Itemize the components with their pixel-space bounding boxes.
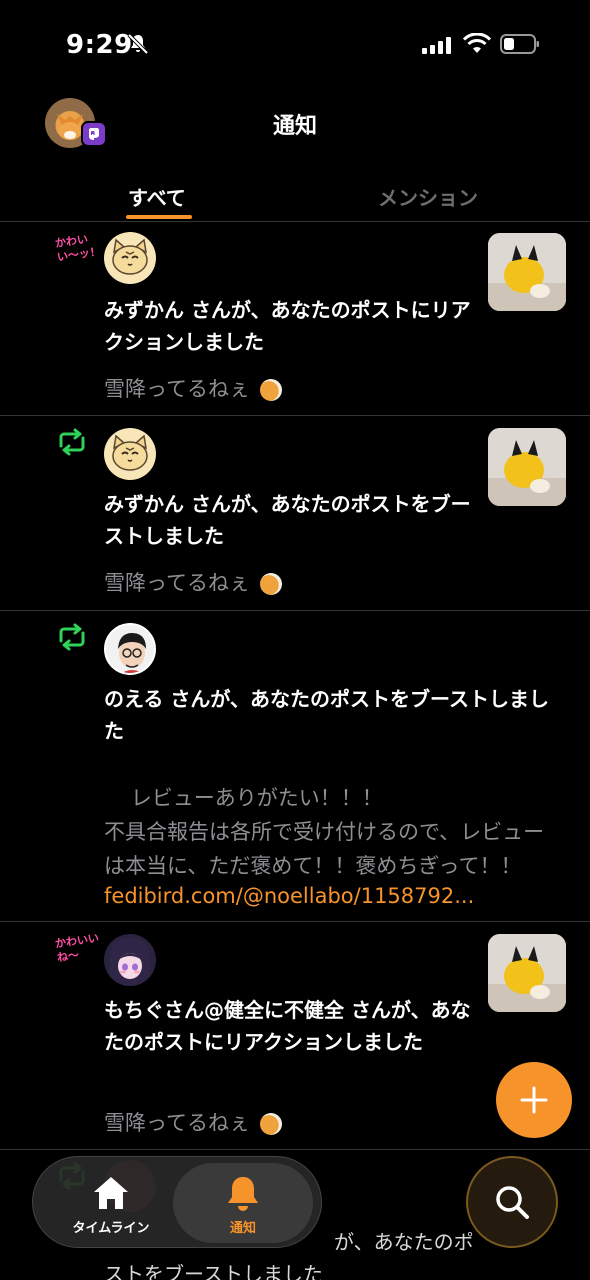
tab-all[interactable]: すべて [128, 182, 186, 211]
post-excerpt: 雪降ってるねぇ [104, 566, 282, 600]
anime-avatar-image [110, 938, 150, 986]
tab-timeline-label: タイムライン [72, 1221, 150, 1236]
bell-icon [228, 1177, 258, 1211]
fox-emoji-icon [259, 1113, 282, 1135]
tab-bar: タイムライン 通知 [32, 1156, 322, 1248]
post-excerpt-text: 雪降ってるねぇ [104, 1111, 250, 1135]
avatar[interactable] [104, 232, 156, 284]
signal-icon [422, 37, 451, 54]
compose-button[interactable] [496, 1062, 572, 1138]
search-icon [496, 1186, 529, 1219]
plus-icon [520, 1086, 548, 1114]
post-excerpt-text: 雪降ってるねぇ [104, 571, 250, 595]
list-item[interactable]: みずかん さんが、あなたのポストをブーストしました 雪降ってるねぇ [0, 416, 590, 611]
notification-text: みずかん さんが、あなたのポストをブーストしました [104, 492, 471, 548]
battery-icon [500, 34, 539, 54]
cat-avatar-image [112, 238, 148, 275]
home-icon [94, 1177, 128, 1209]
avatar[interactable] [104, 934, 156, 986]
post-excerpt: 雪降ってるねぇ [104, 372, 282, 406]
person-avatar-image [118, 633, 146, 673]
notification-text: のえる さんが、あなたのポストをブーストしました [104, 687, 549, 743]
tab-notifications[interactable]: 通知 [173, 1163, 313, 1243]
post-excerpt-text: 雪降ってるねぇ [104, 377, 250, 401]
avatar[interactable] [104, 623, 156, 675]
post-body-text: レビューありがたい！！！ 不具合報告は各所で受け付けるので、レビューは本当に、た… [104, 786, 545, 878]
page-title: 通知 [272, 114, 317, 139]
bell-slash-icon [127, 33, 149, 55]
status-time: 9:29 [66, 30, 133, 60]
list-item[interactable]: かわいい〜ッ！ みずかん さんが、あなたのポストにリアクションしました 雪降って… [0, 222, 590, 416]
post-link[interactable]: fedibird.com/@noellabo/1158792... [104, 879, 564, 913]
search-button[interactable] [466, 1156, 558, 1248]
tab-timeline[interactable]: タイムライン [41, 1163, 181, 1243]
tab-notifications-label: 通知 [229, 1221, 256, 1236]
post-thumbnail[interactable] [488, 934, 566, 1012]
post-excerpt: 雪降ってるねぇ [104, 1106, 282, 1140]
cat-avatar-image [112, 434, 148, 471]
fox-emoji-icon [259, 573, 282, 595]
fox-emoji-icon [259, 379, 282, 401]
notification-text-line: ストをブーストしました [104, 1262, 323, 1280]
yellow-plush-image [488, 233, 566, 311]
yellow-plush-image [488, 934, 566, 1012]
tab-mentions[interactable]: メンション [378, 182, 478, 211]
list-item[interactable]: のえる さんが、あなたのポストをブーストしました レビューありがたい！！！ 不具… [0, 611, 590, 922]
notification-text: もちぐさん@健全に不健全 さんが、あなたのポストにリアクションしました [104, 998, 471, 1054]
wifi-icon [462, 33, 492, 53]
avatar[interactable] [104, 428, 156, 480]
reaction-emoji-badge: かわいいね〜 [54, 931, 100, 965]
post-thumbnail[interactable] [488, 428, 566, 506]
boost-icon [59, 623, 85, 651]
post-thumbnail[interactable] [488, 233, 566, 311]
tab-selected-indicator [126, 215, 192, 219]
status-bar: 9:29 [0, 0, 590, 90]
boost-icon [59, 428, 85, 456]
notification-tabs: すべて メンション [0, 170, 590, 222]
yellow-plush-image [488, 428, 566, 506]
reaction-emoji-badge: かわいい〜ッ！ [54, 232, 102, 264]
notification-text: みずかん さんが、あなたのポストにリアクションしました [104, 298, 471, 354]
